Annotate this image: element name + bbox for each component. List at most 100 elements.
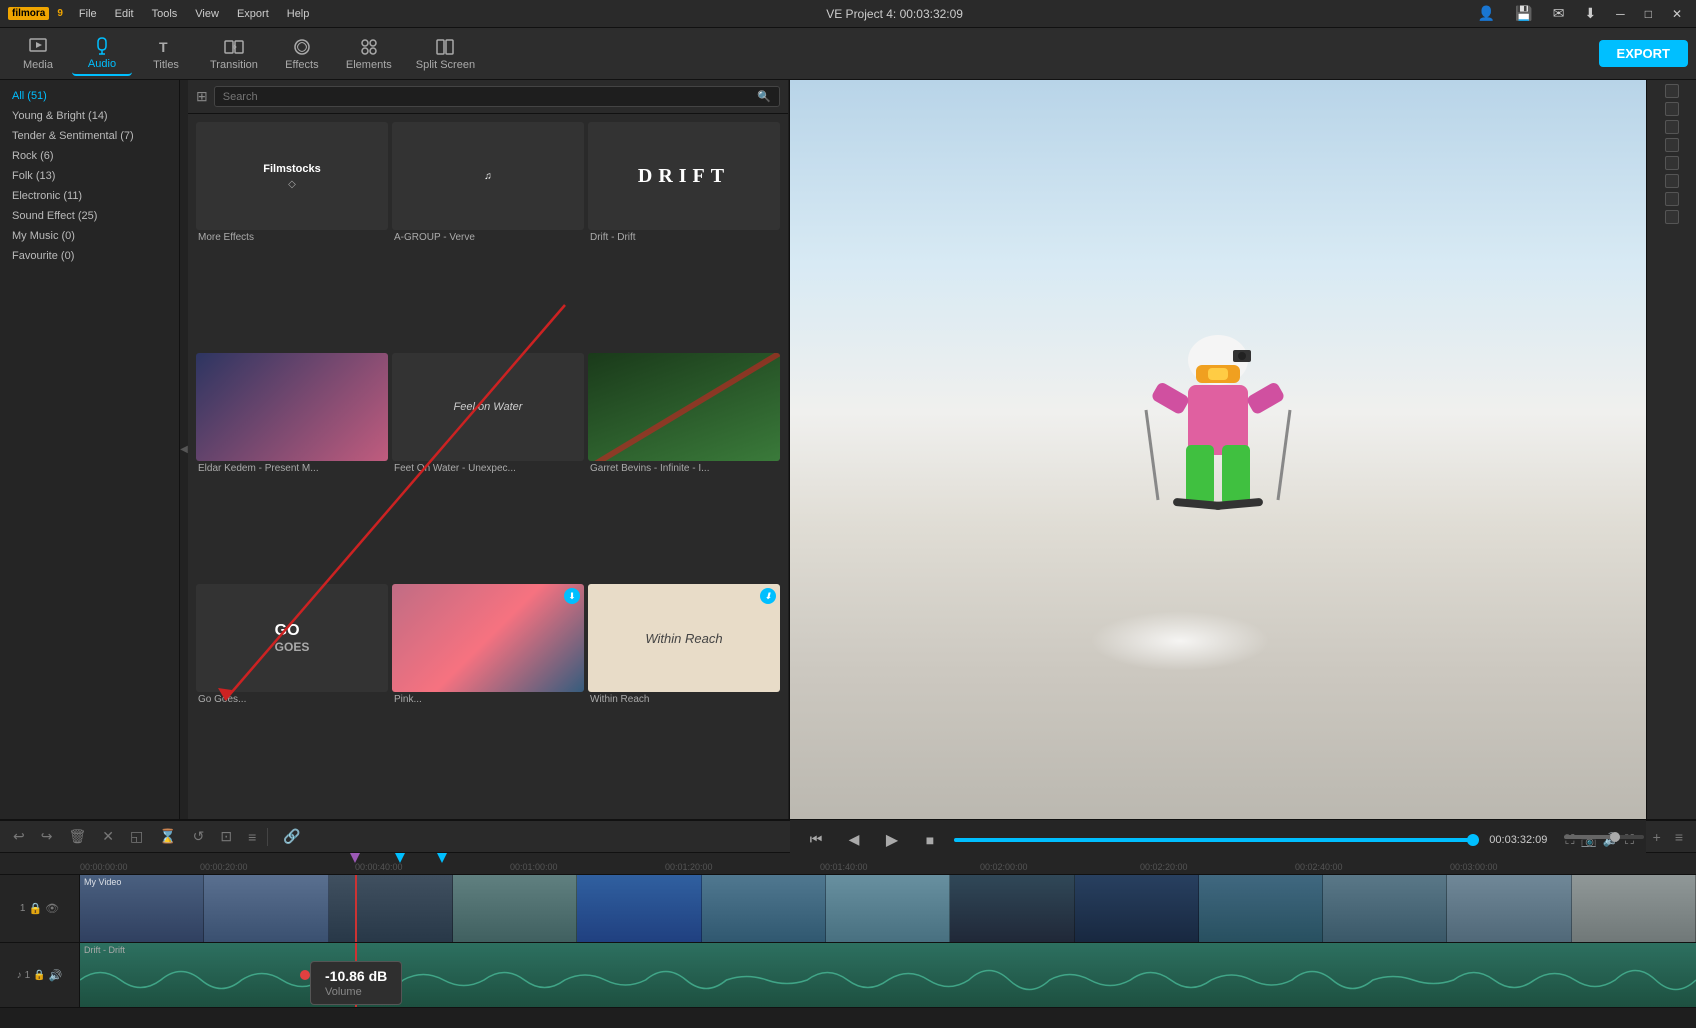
tl-divider-1 — [267, 828, 268, 846]
progress-bar[interactable] — [954, 838, 1479, 842]
agroup-thumb: ♫ — [392, 122, 584, 230]
frame-10 — [1199, 875, 1323, 942]
fullscreen-button[interactable]: ⛶ — [1565, 832, 1574, 848]
track-visibility-icon[interactable]: 👁 — [45, 902, 59, 915]
zoom-in-button[interactable]: + — [1648, 827, 1666, 847]
menu-file[interactable]: File — [71, 6, 105, 22]
close-button[interactable]: ✕ — [1666, 5, 1688, 23]
media-item-go[interactable]: GO GOES Go Goes... — [196, 584, 388, 811]
go-thumb: GO GOES — [196, 584, 388, 692]
snapshot-tl-button[interactable]: ⊡ — [215, 826, 237, 847]
frame-9 — [1075, 875, 1199, 942]
feet-label: Feet On Water - Unexpec... — [392, 463, 584, 474]
toolbar-audio[interactable]: Audio — [72, 32, 132, 76]
media-item-filmstocks[interactable]: Filmstocks ◇ More Effects — [196, 122, 388, 349]
skier-figure — [1078, 300, 1358, 600]
crop-button[interactable]: ◱ — [125, 826, 148, 847]
maximize-button[interactable]: □ — [1639, 5, 1658, 23]
media-item-eldar[interactable]: Eldar Kedem - Present M... — [196, 353, 388, 580]
media-item-within[interactable]: Within Reach ⬇ Within Reach — [588, 584, 780, 811]
agroup-label: A-GROUP - Verve — [392, 232, 584, 243]
undo-button[interactable]: ↩ — [8, 826, 30, 847]
go-label: Go Goes... — [196, 694, 388, 705]
track-lock-icon[interactable]: 🔒 — [28, 902, 42, 915]
pink-thumb: ⬇ — [392, 584, 584, 692]
go-to-start-button[interactable]: ⏮ — [802, 826, 830, 854]
preview-top: ⏮ ◀ ▶ ■ 00:03:32:09 ⛶ 📷 🔊 ⛶ — [790, 80, 1696, 819]
video-clip[interactable]: My Video — [80, 875, 1696, 942]
menu-tools[interactable]: Tools — [144, 6, 186, 22]
audio-track-number: ♪ — [17, 970, 22, 981]
ruler-mark-8: 00:02:40:00 — [1295, 862, 1343, 872]
toolbar-effects[interactable]: Effects — [272, 33, 332, 75]
zoom-slider[interactable] — [1564, 835, 1644, 839]
rotate-button[interactable]: ↺ — [188, 826, 210, 847]
strip-checkbox-7[interactable] — [1665, 192, 1679, 206]
toolbar-titles[interactable]: T Titles — [136, 33, 196, 75]
garret-label: Garret Bevins - Infinite - I... — [588, 463, 780, 474]
strip-checkbox-1[interactable] — [1665, 84, 1679, 98]
toolbar-splitscreen[interactable]: Split Screen — [406, 33, 485, 75]
download-badge-pink: ⬇ — [564, 588, 580, 604]
toolbar-media[interactable]: Media — [8, 33, 68, 75]
account-icon[interactable]: 👤 — [1472, 3, 1501, 24]
download-icon[interactable]: ⬇ — [1578, 3, 1602, 24]
strip-checkbox-3[interactable] — [1665, 120, 1679, 134]
sidebar-item-rock[interactable]: Rock (6) — [0, 146, 179, 166]
menu-edit[interactable]: Edit — [107, 6, 142, 22]
menu-view[interactable]: View — [187, 6, 227, 22]
delete-button[interactable]: 🗑 — [63, 826, 91, 847]
media-item-pink[interactable]: ⬇ Pink... — [392, 584, 584, 811]
cut-button[interactable]: ✕ — [97, 826, 119, 847]
minimize-button[interactable]: ─ — [1610, 5, 1631, 23]
filmstocks-label: More Effects — [196, 232, 388, 243]
sidebar-item-electronic[interactable]: Electronic (11) — [0, 186, 179, 206]
audio-mute-icon[interactable]: 🔊 — [49, 969, 63, 982]
strip-checkbox-5[interactable] — [1665, 156, 1679, 170]
pip-button[interactable]: ⛶ — [1625, 832, 1634, 848]
speed-button[interactable]: ⌛ — [154, 826, 181, 847]
timeline-ruler: 00:00:00:00 00:00:20:00 00:00:40:00 00:0… — [0, 853, 1696, 875]
more-button[interactable]: ≡ — [1670, 827, 1688, 847]
stop-button[interactable]: ■ — [916, 826, 944, 854]
settings-button[interactable]: ≡ — [243, 827, 261, 847]
export-button[interactable]: EXPORT — [1599, 40, 1688, 67]
strip-checkbox-4[interactable] — [1665, 138, 1679, 152]
toolbar-elements[interactable]: Elements — [336, 33, 402, 75]
ruler-mark-0: 00:00:00:00 — [80, 862, 128, 872]
sidebar-item-mymusic[interactable]: My Music (0) — [0, 226, 179, 246]
strip-checkbox-6[interactable] — [1665, 174, 1679, 188]
menu-help[interactable]: Help — [279, 6, 318, 22]
sidebar-item-young[interactable]: Young & Bright (14) — [0, 106, 179, 126]
sidebar-item-favourite[interactable]: Favourite (0) — [0, 246, 179, 266]
toolbar-transition[interactable]: Transition — [200, 33, 268, 75]
search-input[interactable] — [223, 91, 758, 103]
sidebar-item-tender[interactable]: Tender & Sentimental (7) — [0, 126, 179, 146]
snap-link-button[interactable]: 🔗 — [278, 826, 305, 847]
panel-collapse-handle[interactable]: ◀ — [180, 80, 188, 819]
media-item-feet[interactable]: Feel on Water Feet On Water - Unexpec... — [392, 353, 584, 580]
strip-checkbox-2[interactable] — [1665, 102, 1679, 116]
grid-view-icon[interactable]: ⊞ — [196, 88, 208, 105]
mail-icon[interactable]: ✉ — [1547, 3, 1571, 24]
sidebar-item-soundeffect[interactable]: Sound Effect (25) — [0, 206, 179, 226]
save-icon[interactable]: 💾 — [1509, 3, 1538, 24]
menu-export[interactable]: Export — [229, 6, 277, 22]
snapshot-button[interactable]: 📷 — [1581, 832, 1597, 848]
media-item-garret[interactable]: Garret Bevins - Infinite - I... — [588, 353, 780, 580]
sidebar-item-folk[interactable]: Folk (13) — [0, 166, 179, 186]
video-track-1: 1 🔒 👁 My Video — [0, 875, 1696, 943]
audio-track-header: ♪ 1 🔒 🔊 — [0, 943, 80, 1007]
video-track-header: 1 🔒 👁 — [0, 875, 80, 942]
audio-lock-icon[interactable]: 🔒 — [33, 970, 45, 981]
sidebar-item-all[interactable]: All (51) — [0, 86, 179, 106]
media-item-drift[interactable]: DRIFT Drift - Drift — [588, 122, 780, 349]
media-item-agroup[interactable]: ♫ A-GROUP - Verve — [392, 122, 584, 349]
rewind-button[interactable]: ◀ — [840, 826, 868, 854]
volume-keyframe-dot[interactable] — [300, 970, 310, 980]
redo-button[interactable]: ↪ — [36, 826, 58, 847]
play-button[interactable]: ▶ — [878, 826, 906, 854]
title-bar-left: filmora 9 File Edit Tools View Export He… — [8, 6, 317, 22]
strip-checkbox-8[interactable] — [1665, 210, 1679, 224]
ruler-mark-1: 00:00:20:00 — [200, 862, 248, 872]
